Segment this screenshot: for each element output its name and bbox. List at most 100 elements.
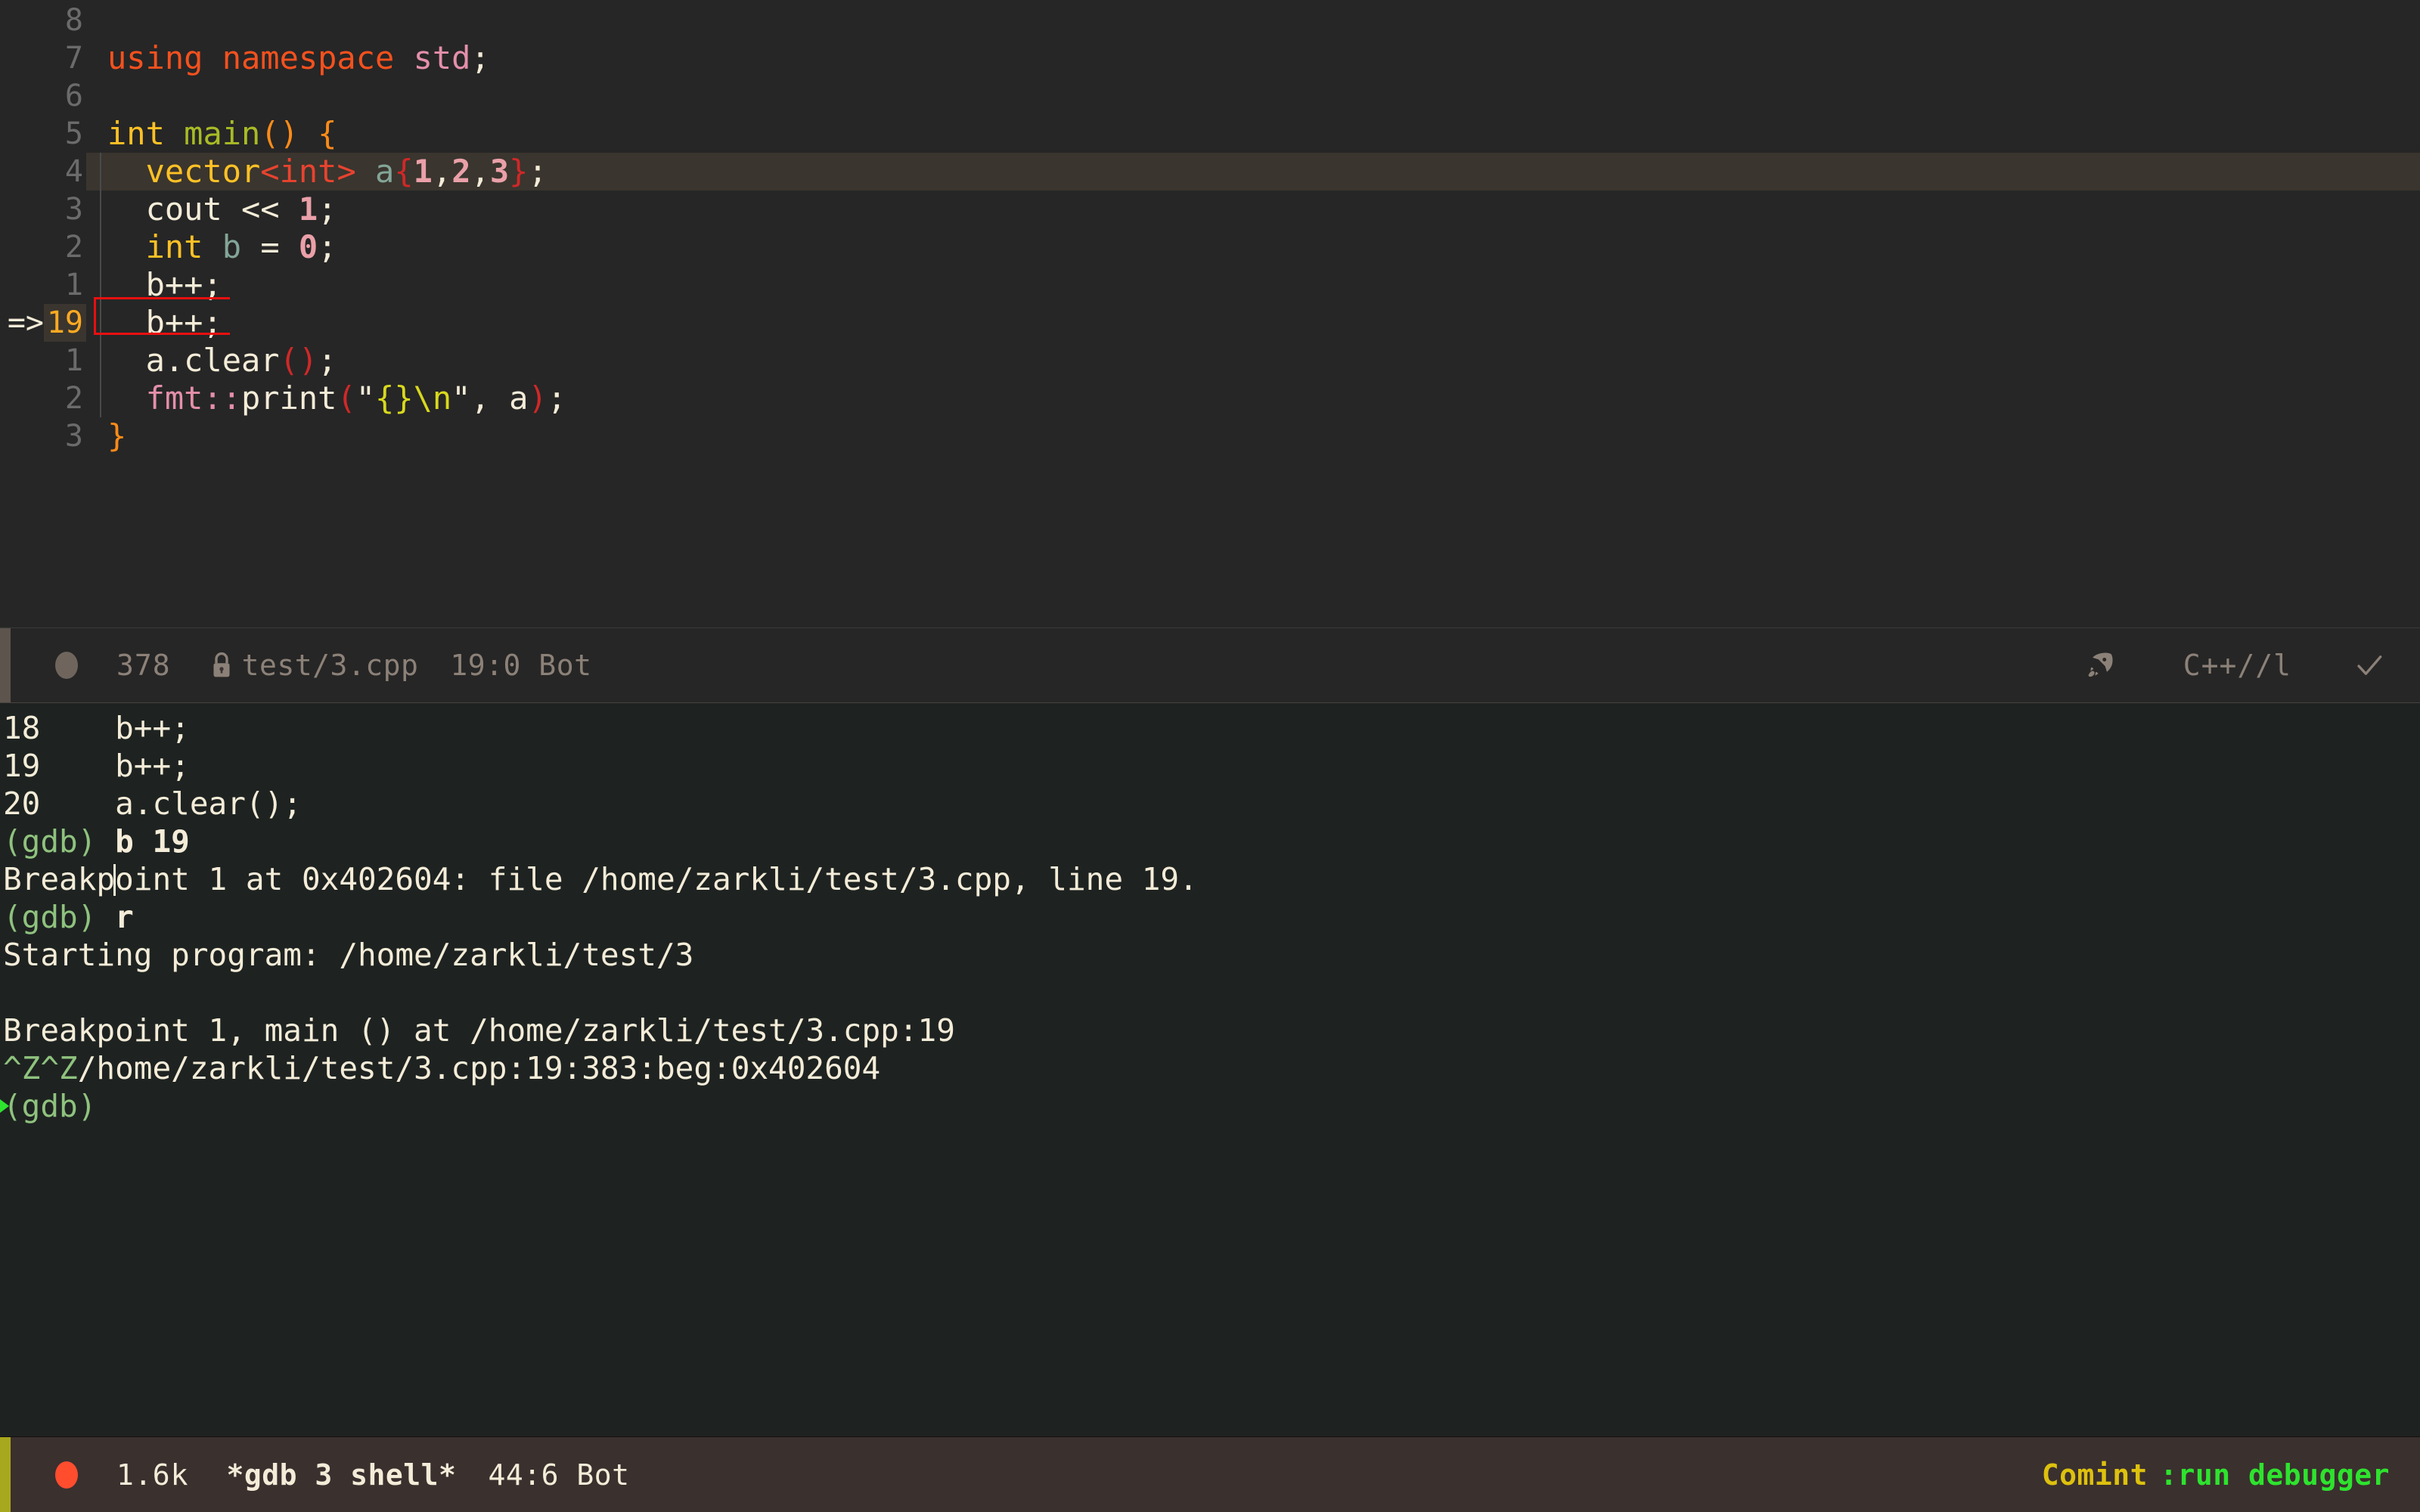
rocket-icon[interactable]	[2082, 649, 2115, 682]
fringe	[86, 39, 100, 77]
terminal-text: ^Z^Z	[3, 1049, 78, 1087]
code-line[interactable]: 5 int main() {	[0, 115, 2420, 153]
line-number: 3	[44, 191, 86, 228]
major-mode-label[interactable]: C++//l	[2183, 649, 2291, 682]
code-line-text[interactable]: a.clear();	[100, 342, 2420, 380]
code-line-text[interactable]: }	[100, 417, 2420, 455]
code-token: (	[337, 380, 355, 417]
indent-guide	[100, 191, 101, 228]
gdb-cursor-position-label: 44:6 Bot	[488, 1458, 629, 1492]
command-hint-label[interactable]: :run debugger	[2160, 1458, 2390, 1492]
code-token: =	[241, 228, 299, 265]
code-token: "	[356, 380, 375, 417]
code-token: ,	[433, 153, 451, 190]
line-number: 5	[44, 115, 86, 153]
code-line[interactable]: 8	[0, 2, 2420, 39]
gdb-output-area[interactable]: 18 b++;19 b++;20 a.clear();(gdb) b 19Bre…	[0, 709, 2420, 1125]
fringe	[86, 228, 100, 266]
indent-guide	[100, 228, 101, 266]
code-token: 2	[451, 153, 470, 190]
terminal-text: Breakpoint 1 at 0x402604: file /home/zar…	[3, 860, 1198, 898]
code-token: ;	[528, 153, 547, 190]
buffer-size-label: 378	[116, 649, 171, 682]
gdb-buffer-name-label: *gdb 3 shell*	[227, 1458, 457, 1492]
code-line[interactable]: 4 vector<int> a{1,2,3};	[0, 153, 2420, 191]
code-token: a.clear	[107, 342, 280, 379]
fringe	[86, 304, 100, 342]
terminal-line: ^Z^Z/home/zarkli/test/3.cpp:19:383:beg:0…	[0, 1049, 2420, 1087]
current-line-arrow-icon	[0, 228, 44, 266]
indent-guide	[100, 304, 101, 342]
code-token: b	[222, 228, 241, 265]
indent-guide	[100, 153, 101, 191]
current-line-arrow-icon	[0, 115, 44, 153]
line-number: 6	[44, 77, 86, 115]
source-editor-pane[interactable]: 87using namespace std;65 int main() {4 ve…	[0, 0, 2420, 627]
fringe	[86, 380, 100, 417]
code-line-text[interactable]: int b = 0;	[100, 228, 2420, 266]
modeline-accent-bar-active	[0, 1437, 11, 1512]
code-line-text[interactable]: b++;	[100, 304, 2420, 342]
terminal-line: (gdb) r	[0, 898, 2420, 936]
terminal-text: Starting program: /home/zarkli/test/3	[3, 936, 693, 974]
fringe	[86, 342, 100, 380]
terminal-line: 18 b++;	[0, 709, 2420, 747]
current-line-arrow-icon	[0, 380, 44, 417]
minor-mode-label[interactable]: Comint	[2042, 1458, 2148, 1492]
code-line-text[interactable]: int main() {	[100, 115, 2420, 153]
current-line-arrow-icon	[0, 191, 44, 228]
code-line[interactable]: 1 b++;	[0, 266, 2420, 304]
indent-guide	[100, 380, 101, 417]
terminal-text: r	[115, 898, 134, 936]
terminal-text: 20 a.clear();	[3, 785, 302, 823]
code-token	[203, 228, 222, 265]
line-number: 8	[44, 2, 86, 39]
terminal-line: Breakpoint 1 at 0x402604: file /home/zar…	[0, 860, 2420, 898]
buffer-name-label: test/3.cpp	[242, 649, 419, 682]
terminal-line	[0, 974, 2420, 1012]
code-line[interactable]: 3}	[0, 417, 2420, 455]
terminal-line: 20 a.clear();	[0, 785, 2420, 823]
modeline-accent-bar	[0, 628, 11, 702]
code-line-text[interactable]: vector<int> a{1,2,3};	[100, 153, 2420, 191]
code-token: )	[528, 380, 547, 417]
code-line-text[interactable]: b++;	[100, 266, 2420, 304]
state-dot-icon	[54, 651, 79, 680]
check-icon[interactable]	[2353, 649, 2385, 681]
code-area[interactable]: 87using namespace std;65 int main() {4 ve…	[0, 0, 2420, 455]
line-number: 1	[44, 266, 86, 304]
line-number: 19	[44, 304, 86, 342]
fringe	[86, 153, 100, 191]
code-line[interactable]: 3 cout << 1;	[0, 191, 2420, 228]
terminal-line: Starting program: /home/zarkli/test/3	[0, 936, 2420, 974]
code-line-text[interactable]: cout << 1;	[100, 191, 2420, 228]
code-token: int	[107, 115, 184, 152]
code-token: ()	[260, 115, 299, 152]
code-token: }	[107, 417, 126, 454]
code-line-text[interactable]	[100, 2, 2420, 39]
terminal-text: (gdb)	[3, 898, 115, 936]
code-token: a	[375, 153, 394, 190]
code-line[interactable]: 2 fmt::print("{}\n", a);	[0, 380, 2420, 417]
terminal-line: Breakpoint 1, main () at /home/zarkli/te…	[0, 1012, 2420, 1049]
code-token: ,	[471, 153, 490, 190]
gdb-shell-pane[interactable]: 18 b++;19 b++;20 a.clear();(gdb) b 19Bre…	[0, 703, 2420, 1436]
code-token: }	[509, 153, 528, 190]
code-line-text[interactable]: fmt::print("{}\n", a);	[100, 380, 2420, 417]
code-token: b++;	[107, 304, 222, 341]
code-line[interactable]: =>19 b++;	[0, 304, 2420, 342]
fringe	[86, 115, 100, 153]
current-line-arrow-icon	[0, 153, 44, 191]
indent-guide	[100, 342, 101, 380]
code-line[interactable]: 2 int b = 0;	[0, 228, 2420, 266]
code-line[interactable]: 7using namespace std;	[0, 39, 2420, 77]
code-line-text[interactable]: using namespace std;	[100, 39, 2420, 77]
code-line[interactable]: 6	[0, 77, 2420, 115]
terminal-text: (gdb)	[3, 823, 115, 860]
code-token	[107, 380, 146, 417]
lock-icon	[209, 649, 234, 681]
code-line[interactable]: 1 a.clear();	[0, 342, 2420, 380]
code-line-text[interactable]	[100, 77, 2420, 115]
current-line-arrow-icon	[0, 342, 44, 380]
code-token: main	[184, 115, 260, 152]
